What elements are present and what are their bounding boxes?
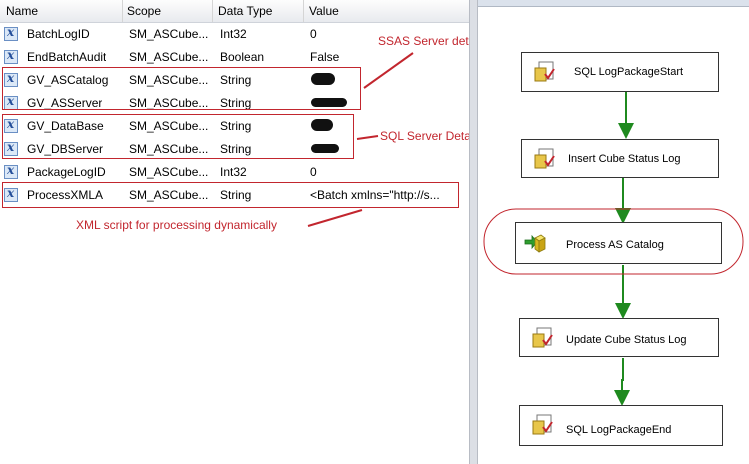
task-sql-logpackageend[interactable]: SQL LogPackageEnd [519, 405, 723, 446]
task-sql-logpackagestart[interactable]: SQL LogPackageStart [521, 52, 719, 92]
variable-row[interactable]: PackageLogID SM_ASCube... Int32 0 [0, 161, 469, 183]
sql-task-icon [534, 61, 555, 82]
variables-panel: Name Scope Data Type Value BatchLogID SM… [0, 0, 487, 464]
control-flow-designer: SQL LogPackageStart Insert Cube Status L… [478, 0, 749, 464]
task-update-cube-status-log[interactable]: Update Cube Status Log [519, 318, 719, 357]
variable-scope: SM_ASCube... [129, 50, 209, 64]
variable-value[interactable]: 0 [310, 165, 317, 179]
sql-task-icon [534, 148, 555, 169]
ssas-details-highlight [2, 67, 361, 110]
task-label: Insert Cube Status Log [568, 153, 681, 165]
column-header-scope[interactable]: Scope [127, 4, 161, 18]
sql-annotation-label: SQL Server Details [380, 129, 483, 143]
xml-arrow-line [307, 209, 363, 227]
variable-value[interactable]: 0 [310, 27, 317, 41]
sql-details-highlight [2, 114, 354, 159]
xml-annotation-label: XML script for processing dynamically [76, 218, 277, 232]
variable-icon [4, 48, 18, 64]
variable-name: EndBatchAudit [27, 50, 107, 64]
designer-tab-strip[interactable] [478, 0, 749, 7]
variable-data-type: Int32 [220, 27, 247, 41]
panel-splitter[interactable] [469, 0, 478, 464]
variable-scope: SM_ASCube... [129, 27, 209, 41]
task-label: Update Cube Status Log [566, 334, 687, 346]
precedence-arrow [614, 358, 630, 406]
task-label: Process AS Catalog [566, 239, 664, 251]
variable-icon [4, 25, 18, 41]
task-label: SQL LogPackageStart [574, 66, 684, 78]
column-header-data-type[interactable]: Data Type [218, 4, 272, 18]
variable-data-type: Int32 [220, 165, 247, 179]
column-header-name[interactable]: Name [6, 4, 38, 18]
column-header-value[interactable]: Value [309, 4, 339, 18]
variable-icon [4, 163, 18, 179]
variable-scope: SM_ASCube... [129, 165, 209, 179]
variable-data-type: Boolean [220, 50, 265, 64]
task-process-as-catalog[interactable]: Process AS Catalog [515, 222, 722, 264]
task-label: SQL LogPackageEnd [566, 424, 672, 436]
sql-task-icon [532, 327, 553, 348]
analysis-services-processing-icon [524, 234, 546, 253]
variable-row[interactable]: EndBatchAudit SM_ASCube... Boolean False [0, 46, 469, 68]
sql-task-icon [532, 414, 553, 435]
variable-value[interactable]: False [310, 50, 339, 64]
xml-script-highlight [2, 182, 459, 208]
variables-grid-header: Name Scope Data Type Value [0, 0, 469, 23]
variable-name: PackageLogID [27, 165, 106, 179]
variable-name: BatchLogID [27, 27, 90, 41]
task-insert-cube-status-log[interactable]: Insert Cube Status Log [521, 139, 719, 178]
